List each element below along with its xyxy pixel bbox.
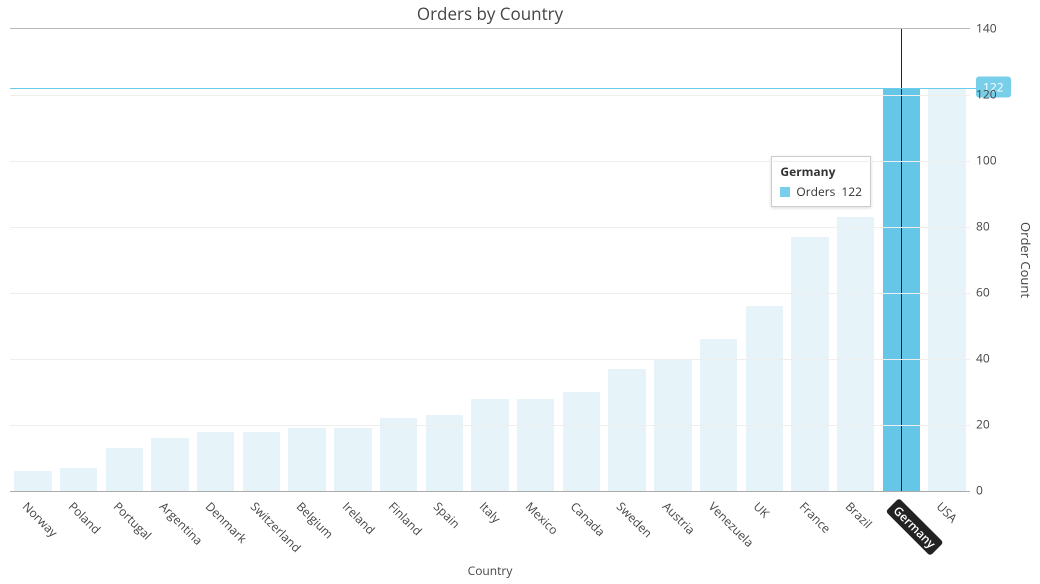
chart-title: Orders by Country [0,2,980,25]
plot-area[interactable]: Germany Orders 122 [10,28,970,492]
y-tick-label: 120 [976,86,997,103]
y-axis: 020406080100120140 [976,28,1016,492]
bar-switzerland[interactable] [243,432,280,491]
x-tick-label: Poland [65,498,104,537]
x-tick-label: Brazil [842,498,876,532]
bar-group [10,29,970,491]
x-tick-label: Venezuela [705,498,758,551]
crosshair-horizontal [10,88,1000,89]
tooltip-series-label: Orders [796,183,835,200]
y-tick-label: 0 [976,482,983,499]
x-tick-label: Mexico [522,498,562,538]
bar-spain[interactable] [426,415,463,491]
y-tick-label: 60 [976,284,990,301]
y-tick-label: 80 [976,218,990,235]
crosshair-vertical [901,29,902,491]
x-tick-label: Argentina [156,498,207,549]
x-tick-label: Spain [430,498,464,532]
x-tick-label: Austria [659,498,699,538]
y-tick-label: 100 [976,152,997,169]
orders-by-country-chart: Orders by Country Germany Orders 122 122… [0,0,1040,584]
x-axis-labels: NorwayPolandPortugalArgentinaDenmarkSwit… [10,494,970,554]
bar-poland[interactable] [60,468,97,491]
bar-ireland[interactable] [334,428,371,491]
bar-italy[interactable] [471,399,508,491]
bar-france[interactable] [791,237,828,491]
bar-belgium[interactable] [288,428,325,491]
tooltip-swatch [780,187,790,197]
x-axis-title: Country [10,562,970,579]
bar-portugal[interactable] [106,448,143,491]
bar-uk[interactable] [746,306,783,491]
x-tick-label: Belgium [293,498,337,542]
x-tick-label: France [796,498,835,537]
bar-brazil[interactable] [837,217,874,491]
bar-denmark[interactable] [197,432,234,491]
bar-argentina[interactable] [151,438,188,491]
y-axis-title: Order Count [1016,28,1036,492]
x-tick-label: UK [750,498,773,521]
x-tick-label: Norway [19,498,62,541]
x-tick-label: Italy [476,498,505,527]
tooltip-header: Germany [780,163,862,180]
bar-usa[interactable] [928,88,965,491]
x-tick-label: USA [933,498,961,526]
bar-norway[interactable] [14,471,51,491]
y-tick-label: 20 [976,416,990,433]
bar-finland[interactable] [380,418,417,491]
y-tick-label: 40 [976,350,990,367]
x-tick-label: Denmark [202,498,251,547]
x-tick-label: Portugal [110,498,155,543]
bar-sweden[interactable] [608,369,645,491]
x-tick-label: Finland [385,498,426,539]
y-tick-label: 140 [976,20,997,37]
tooltip-value: 122 [841,183,862,200]
x-tick-label: Sweden [613,498,656,541]
bar-mexico[interactable] [517,399,554,491]
bar-canada[interactable] [563,392,600,491]
bar-venezuela[interactable] [700,339,737,491]
tooltip: Germany Orders 122 [771,156,871,207]
x-tick-label: Ireland [339,498,379,538]
x-tick-label: Canada [567,498,609,540]
